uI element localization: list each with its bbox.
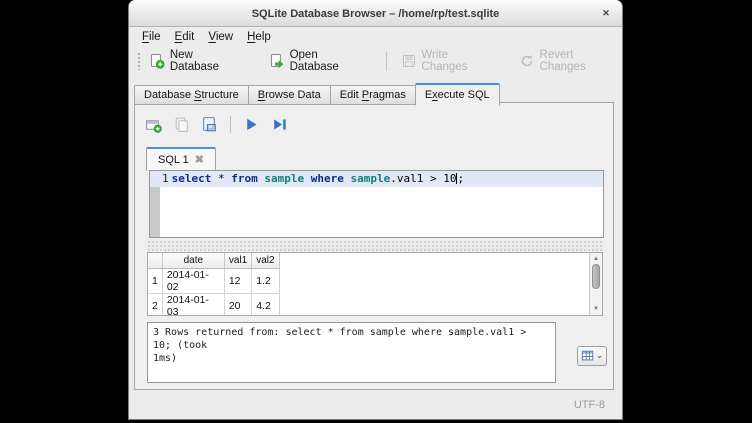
menu-edit[interactable]: Edit <box>175 31 195 43</box>
toolbar-separator <box>386 52 387 71</box>
chevron-down-icon: ⌄ <box>596 351 604 359</box>
tab-execute-sql[interactable]: Execute SQL <box>415 83 500 106</box>
new-sql-tab-icon[interactable] <box>145 116 162 133</box>
results-grid: date val1 val2 1 2014-01-02 12 1.2 2 201… <box>147 252 603 316</box>
row-number-header[interactable] <box>148 253 162 268</box>
execute-sql-icon[interactable] <box>243 116 260 133</box>
column-header-val1[interactable]: val1 <box>224 253 251 268</box>
revert-changes-button: Revert Changes <box>519 49 622 73</box>
val2-cell[interactable]: 4.2 <box>252 293 279 316</box>
sql-editor[interactable]: 1select * from sample where sample.val1 … <box>149 170 604 238</box>
toolbar-drag-handle[interactable] <box>137 52 141 70</box>
sql-tab-label: SQL 1 <box>158 154 189 166</box>
table-row[interactable]: 1 2014-01-02 12 1.2 <box>148 268 279 293</box>
encoding-label: UTF-8 <box>574 399 605 411</box>
table-view-icon <box>581 349 595 363</box>
tab-database-structure[interactable]: Database Structure <box>134 85 249 105</box>
val1-cell[interactable]: 12 <box>224 268 251 293</box>
column-header-date[interactable]: date <box>162 253 224 268</box>
revert-changes-icon <box>519 53 535 69</box>
tab-edit-pragmas[interactable]: Edit Pragmas <box>330 85 416 105</box>
tab-browse-data[interactable]: Browse Data <box>248 85 331 105</box>
sql-tab-close-icon[interactable]: ✖ <box>195 155 204 165</box>
scrollbar-thumb[interactable] <box>592 264 600 289</box>
row-number-cell[interactable]: 2 <box>148 293 162 316</box>
open-database-icon <box>269 53 285 69</box>
new-database-button[interactable]: New Database <box>149 49 245 73</box>
statusbar: UTF-8 <box>129 389 622 419</box>
main-toolbar: New Database Open Database Write Changes <box>129 47 622 75</box>
menu-view[interactable]: View <box>208 31 233 43</box>
row-number-cell[interactable]: 1 <box>148 268 162 293</box>
sql-toolbar-separator <box>230 116 231 133</box>
sql-toolbar <box>145 114 288 134</box>
sql-editor-tab[interactable]: SQL 1 ✖ <box>146 147 216 171</box>
query-status-message[interactable]: 3 Rows returned from: select * from samp… <box>147 322 556 383</box>
val1-cell[interactable]: 20 <box>224 293 251 316</box>
results-table: date val1 val2 1 2014-01-02 12 1.2 2 201… <box>148 253 280 316</box>
column-header-val2[interactable]: val2 <box>252 253 279 268</box>
date-cell[interactable]: 2014-01-02 <box>162 268 224 293</box>
open-database-button[interactable]: Open Database <box>269 49 370 73</box>
close-icon[interactable]: ✕ <box>599 6 613 20</box>
menu-help[interactable]: Help <box>247 31 271 43</box>
new-database-icon <box>149 53 165 69</box>
menu-file[interactable]: File <box>142 31 161 43</box>
splitter-handle[interactable] <box>147 240 604 251</box>
menubar: File Edit View Help <box>129 28 622 46</box>
vertical-scrollbar[interactable]: ▲ ▼ <box>589 253 602 315</box>
main-tabbar: Database Structure Browse Data Edit Prag… <box>134 83 499 105</box>
execute-current-line-icon[interactable] <box>271 116 288 133</box>
app-window: SQLite Database Browser – /home/rp/test.… <box>128 0 623 420</box>
val2-cell[interactable]: 1.2 <box>252 268 279 293</box>
code-line[interactable]: 1select * from sample where sample.val1 … <box>160 171 603 187</box>
write-changes-button: Write Changes <box>401 49 497 73</box>
copy-disabled-icon <box>173 116 190 133</box>
titlebar[interactable]: SQLite Database Browser – /home/rp/test.… <box>129 0 622 27</box>
results-header-row: date val1 val2 <box>148 253 279 268</box>
write-changes-icon <box>401 53 417 69</box>
results-view-button[interactable]: ⌄ <box>577 346 607 366</box>
scroll-up-icon[interactable]: ▲ <box>590 254 602 264</box>
line-number: 1 <box>160 171 172 187</box>
table-row[interactable]: 2 2014-01-03 20 4.2 <box>148 293 279 316</box>
gutter-caret-highlight <box>150 171 160 187</box>
scroll-down-icon[interactable]: ▼ <box>590 304 602 314</box>
window-title: SQLite Database Browser – /home/rp/test.… <box>252 8 500 20</box>
save-sql-file-icon[interactable] <box>201 116 218 133</box>
date-cell[interactable]: 2014-01-03 <box>162 293 224 316</box>
